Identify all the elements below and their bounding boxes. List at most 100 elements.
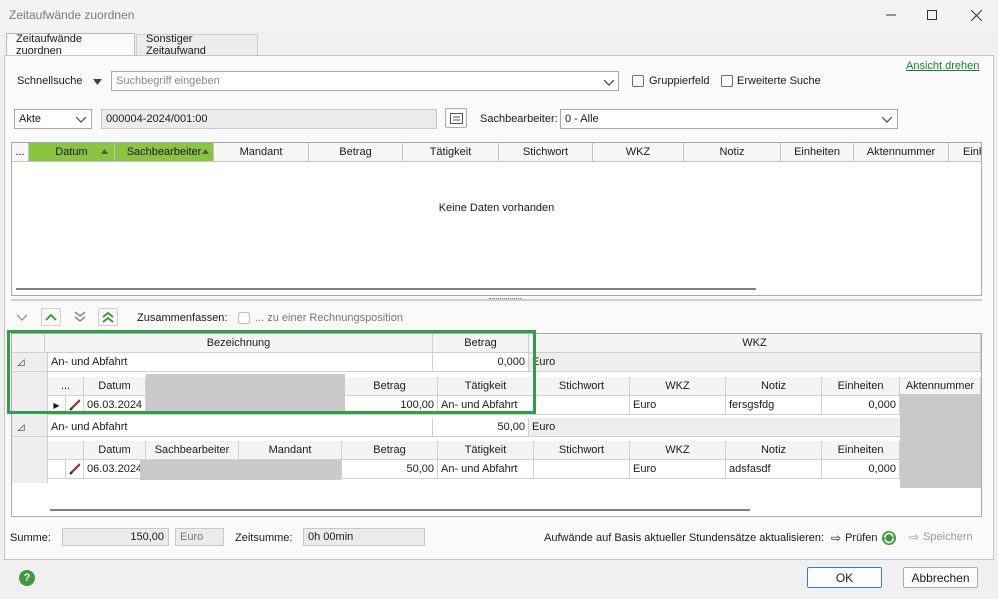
row-currency: Euro [630,460,726,479]
row-pointer-cell [48,460,66,479]
top-col-clerk[interactable]: Sachbearbeiter [115,143,214,162]
top-col-units-2[interactable]: Einh [949,143,981,162]
group-field-checkbox[interactable] [632,75,644,87]
bottom-grid-scrollbar[interactable] [50,509,750,511]
top-col-menu[interactable]: ... [12,143,29,162]
top-col-units[interactable]: Einheiten [781,143,854,162]
extended-search-checkbox[interactable] [721,75,733,87]
detail-col-currency[interactable]: WKZ [630,377,726,396]
save-label: Speichern [923,531,973,543]
sum-label: Summe: [10,532,51,544]
detail-col-clerk[interactable]: Sachbearbeiter [146,441,239,460]
time-sum-label: Zeitsumme: [235,532,293,544]
redacted-area [140,460,341,480]
detail-col-client[interactable]: Mandant [239,441,342,460]
merge-checkbox[interactable] [238,312,250,324]
detail-col-menu[interactable] [48,441,84,460]
update-rates-label: Aufwände auf Basis aktueller Stundensätz… [544,532,825,544]
detail-col-amount[interactable]: Betrag [342,441,438,460]
top-col-amount[interactable]: Betrag [309,143,403,162]
move-top-button[interactable] [98,308,118,326]
row-keyword [534,396,630,415]
help-icon[interactable]: ? [19,570,35,586]
time-sum-value: 0h 00min [303,528,425,546]
top-col-keyword[interactable]: Stichwort [499,143,593,162]
group-amount: 50,00 [433,418,529,437]
group-expand-icon[interactable]: ◿ [12,418,30,437]
refresh-icon [882,531,897,545]
splitter-grip[interactable] [489,298,521,302]
detail-col-activity[interactable]: Tätigkeit [438,441,534,460]
arrow-right-icon: ⇨ [909,530,920,544]
highlight-frame [7,330,536,414]
ok-button[interactable]: OK [807,567,882,588]
row-units: 0,000 [822,460,900,479]
quicksearch-dropdown-icon[interactable] [93,76,102,88]
bottom-col-currency[interactable]: WKZ [529,334,981,353]
card-icon [449,112,463,124]
top-col-clerk-label: Sachbearbeiter [126,146,202,158]
row-note: adsfasdf [726,460,822,479]
check-label: Prüfen [845,532,878,544]
top-col-currency[interactable]: WKZ [593,143,684,162]
search-chevron-icon[interactable] [603,77,615,89]
title-bar: Zeitaufwände zuordnen [0,0,998,30]
top-grid-scrollbar[interactable] [16,288,756,290]
group-name: An- und Abfahrt [48,418,433,437]
file-number-field[interactable]: 000004-2024/001:00 [101,109,437,129]
top-col-file-number[interactable]: Aktennummer [854,143,949,162]
group-gutter [12,437,48,483]
clerk-label: Sachbearbeiter: [480,113,558,125]
move-bottom-button[interactable] [70,308,90,326]
file-type-value: Akte [19,113,42,125]
detail-col-units[interactable]: Einheiten [822,377,900,396]
tab-zeitaufwaende[interactable]: Zeitaufwände zuordnen [6,33,135,57]
save-button[interactable]: ⇨ Speichern [909,530,973,544]
merge-option-label: ... zu einer Rechnungsposition [255,312,403,324]
detail-col-date[interactable]: Datum [84,441,146,460]
group-currency: Euro [529,353,981,372]
top-col-date-label: Datum [55,146,88,158]
maximize-icon[interactable] [917,4,947,26]
sum-value: 150,00 [62,528,169,546]
chevron-up-icon [45,313,57,321]
clerk-select[interactable]: 0 - Alle [560,109,898,129]
arrow-right-icon: ⇨ [831,531,842,545]
minimize-icon[interactable] [876,4,906,26]
double-chevron-up-icon [102,311,114,323]
empty-message: Keine Daten vorhanden [438,202,555,214]
collapse-button[interactable] [13,309,31,327]
search-input[interactable]: Suchbegriff eingeben [111,71,619,91]
cancel-button[interactable]: Abbrechen [903,567,978,588]
row-activity: An- und Abfahrt [438,460,534,479]
row-note: fersgsfdg [726,396,822,415]
detail-col-keyword[interactable]: Stichwort [534,441,630,460]
top-col-client[interactable]: Mandant [214,143,309,162]
search-placeholder: Suchbegriff eingeben [116,75,220,87]
group-field-label: Gruppierfeld [649,75,710,87]
chevron-down-icon [16,314,28,322]
rotate-view-link[interactable]: Ansicht drehen [906,60,979,72]
sort-up-icon [202,149,209,154]
row-units: 0,000 [822,396,900,415]
window-title: Zeitaufwände zuordnen [9,8,135,22]
top-col-date[interactable]: Datum [29,143,115,162]
tab-sonstiger[interactable]: Sonstiger Zeitaufwand [136,33,258,57]
close-icon[interactable] [961,4,991,26]
top-grid: ... Datum Sachbearbeiter Mandant Betrag … [11,142,982,296]
sort-up-icon [101,149,108,154]
file-type-select[interactable]: Akte [14,109,92,129]
file-lookup-button[interactable] [445,108,467,128]
chevron-down-icon [76,117,86,123]
detail-col-units[interactable]: Einheiten [822,441,900,460]
detail-col-note[interactable]: Notiz [726,377,822,396]
detail-col-note[interactable]: Notiz [726,441,822,460]
edit-pencil-icon[interactable] [66,460,84,479]
check-button[interactable]: ⇨ Prüfen [831,530,897,546]
row-date: 06.03.2024 [84,460,146,479]
detail-col-currency[interactable]: WKZ [630,441,726,460]
top-col-activity[interactable]: Tätigkeit [403,143,499,162]
detail-col-keyword[interactable]: Stichwort [534,377,630,396]
move-up-button[interactable] [41,308,61,326]
top-col-note[interactable]: Notiz [684,143,781,162]
